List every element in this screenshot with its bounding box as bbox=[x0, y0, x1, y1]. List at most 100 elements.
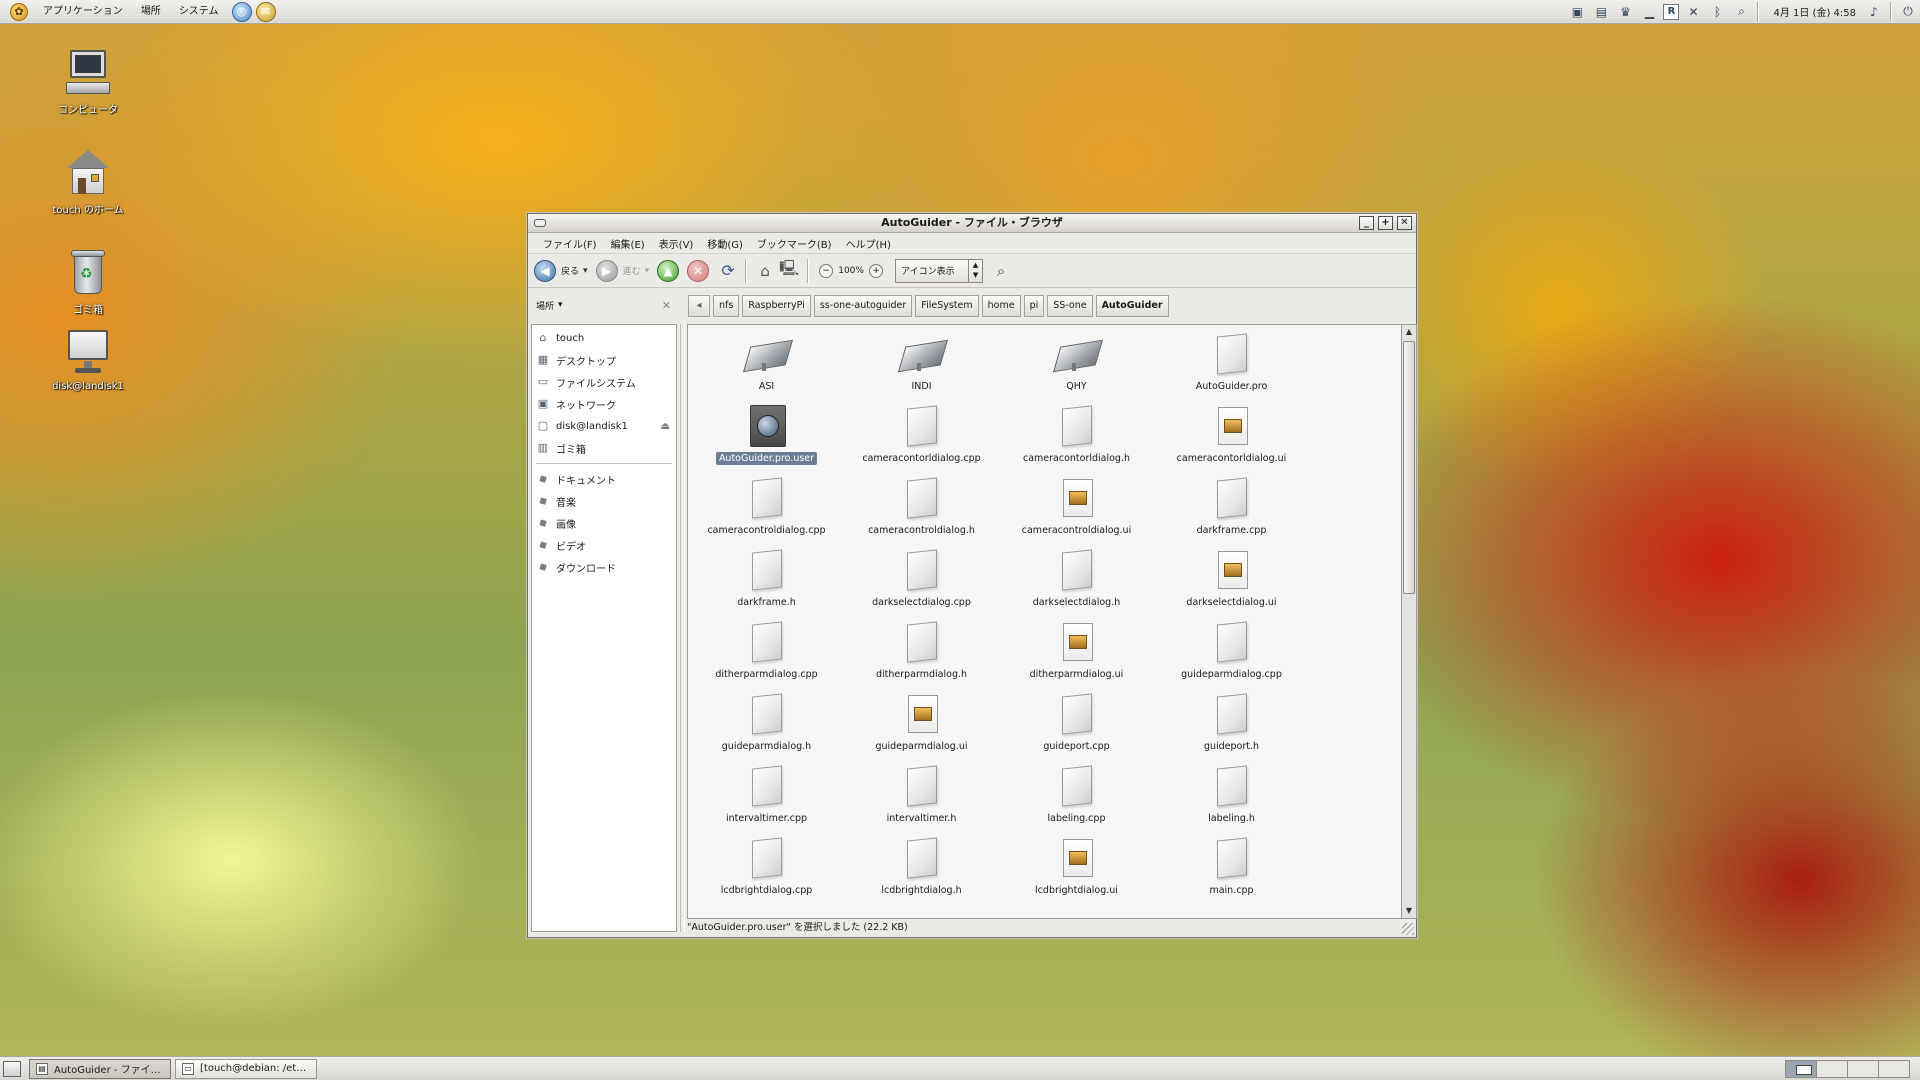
sidebar-item-disk[interactable]: ▢ disk@landisk1 ⏏ bbox=[532, 415, 676, 437]
forward-arrow-icon[interactable]: ▶ bbox=[595, 259, 618, 282]
clock[interactable]: 4月 1日 (金) 4:58 bbox=[1763, 4, 1862, 19]
file-item[interactable]: labeling.cpp bbox=[999, 757, 1154, 829]
resize-grip[interactable] bbox=[1402, 923, 1414, 935]
back-arrow-icon[interactable]: ◀ bbox=[534, 259, 556, 282]
file-item[interactable]: darkselectdialog.h bbox=[999, 541, 1154, 613]
sidebar-item-network[interactable]: ▣ ネットワーク bbox=[532, 393, 676, 415]
bluetooth-icon[interactable]: ᛒ bbox=[1707, 3, 1727, 21]
desktop-icon-disk[interactable]: disk@landisk1 bbox=[28, 328, 148, 392]
web-browser-launcher-icon[interactable]: ◎ bbox=[231, 1, 252, 22]
file-item[interactable]: darkselectdialog.ui bbox=[1154, 541, 1309, 613]
breadcrumb-item[interactable]: FileSystem bbox=[915, 295, 979, 317]
workspace-3[interactable] bbox=[1847, 1059, 1879, 1078]
clipboard-icon[interactable]: ▤ bbox=[1591, 3, 1611, 21]
sidebar-close-icon[interactable]: ✕ bbox=[662, 299, 671, 312]
file-item[interactable]: labeling.h bbox=[1154, 757, 1309, 829]
forward-history-chevron-icon[interactable]: ▾ bbox=[645, 266, 650, 276]
breadcrumb-item[interactable]: SS-one bbox=[1047, 295, 1093, 317]
workspace-1[interactable] bbox=[1785, 1059, 1817, 1078]
breadcrumb-item[interactable]: ss-one-autoguider bbox=[813, 295, 913, 317]
window-titlebar[interactable]: AutoGuider - ファイル・ブラウザ _ + ✕ bbox=[528, 214, 1416, 233]
menu-view[interactable]: 表示(V) bbox=[652, 236, 701, 251]
file-item[interactable]: ditherparmdialog.h bbox=[844, 613, 999, 685]
taskbar-item-terminal[interactable]: ▭ [touch@debian: /et… bbox=[175, 1058, 317, 1079]
logout-icon[interactable]: ⏻ bbox=[1898, 3, 1918, 21]
mail-launcher-icon[interactable]: ✉ bbox=[255, 1, 276, 22]
desktop-icon-home[interactable]: touch のホーム bbox=[28, 148, 148, 216]
reload-icon[interactable]: ⟳ bbox=[717, 260, 739, 282]
taskbar-item-file-browser[interactable]: ▤ AutoGuider - ファイ… bbox=[29, 1058, 171, 1079]
crown-icon[interactable]: ♛ bbox=[1615, 3, 1635, 21]
scrollbar-thumb[interactable] bbox=[1403, 341, 1415, 594]
show-desktop-button[interactable] bbox=[3, 1060, 21, 1077]
window-menu-button[interactable] bbox=[534, 219, 546, 227]
sidebar-item-documents[interactable]: ◆ ドキュメント bbox=[532, 468, 676, 490]
file-item[interactable]: cameracontorldialog.ui bbox=[1154, 397, 1309, 469]
file-item[interactable]: darkframe.cpp bbox=[1154, 469, 1309, 541]
file-item[interactable]: intervaltimer.cpp bbox=[689, 757, 844, 829]
menu-file[interactable]: ファイル(F) bbox=[536, 236, 604, 251]
breadcrumb-item[interactable]: pi bbox=[1023, 295, 1045, 317]
minimize-button[interactable]: _ bbox=[1359, 216, 1374, 230]
menu-go[interactable]: 移動(G) bbox=[700, 236, 750, 251]
file-item[interactable]: guideparmdialog.cpp bbox=[1154, 613, 1309, 685]
pane-splitter[interactable] bbox=[680, 324, 685, 932]
file-item[interactable]: darkframe.h bbox=[689, 541, 844, 613]
file-item[interactable]: AutoGuider.pro.user bbox=[689, 397, 844, 469]
up-arrow-icon[interactable]: ▲ bbox=[657, 259, 680, 282]
sidebar-item-downloads[interactable]: ◆ ダウンロード bbox=[532, 556, 676, 578]
file-item[interactable]: lcdbrightdialog.h bbox=[844, 829, 999, 901]
file-item[interactable]: AutoGuider.pro bbox=[1154, 325, 1309, 397]
back-button-label[interactable]: 戻る bbox=[561, 264, 579, 277]
sidebar-item-videos[interactable]: ◆ ビデオ bbox=[532, 534, 676, 556]
eject-icon[interactable]: ⏏ bbox=[661, 421, 670, 432]
file-item[interactable]: darkselectdialog.cpp bbox=[844, 541, 999, 613]
scroll-down-arrow-icon[interactable]: ▼ bbox=[1402, 904, 1416, 918]
breadcrumb-item[interactable]: RaspberryPi bbox=[742, 295, 811, 317]
forward-button-label[interactable]: 進む bbox=[623, 264, 641, 277]
stop-icon[interactable]: ✕ bbox=[687, 259, 710, 282]
file-item[interactable]: intervaltimer.h bbox=[844, 757, 999, 829]
maximize-button[interactable]: + bbox=[1378, 216, 1393, 230]
menu-help[interactable]: ヘルプ(H) bbox=[839, 236, 898, 251]
volume-icon[interactable]: ♪ bbox=[1864, 3, 1884, 21]
computer-icon[interactable]: 🖳 bbox=[777, 259, 801, 282]
sidebar-item-touch[interactable]: ⌂ touch bbox=[532, 327, 676, 349]
menu-edit[interactable]: 編集(E) bbox=[604, 236, 652, 251]
desktop-icon-trash[interactable]: ♻ ゴミ箱 bbox=[28, 248, 148, 316]
file-item[interactable]: lcdbrightdialog.ui bbox=[999, 829, 1154, 901]
zoom-out-button[interactable]: − bbox=[819, 263, 834, 278]
folder-item[interactable]: INDI bbox=[844, 325, 999, 397]
display-settings-icon[interactable]: ▣ bbox=[1567, 3, 1587, 21]
close-button[interactable]: ✕ bbox=[1397, 216, 1412, 230]
file-item[interactable]: cameracontroldialog.cpp bbox=[689, 469, 844, 541]
file-item[interactable]: cameracontroldialog.ui bbox=[999, 469, 1154, 541]
zoom-level[interactable]: 100% bbox=[837, 266, 865, 276]
system-menu[interactable]: システム bbox=[170, 0, 228, 24]
sidebar-header[interactable]: 場所 ▾ ✕ bbox=[528, 290, 683, 320]
minimize-all-icon[interactable]: ▁ bbox=[1639, 3, 1659, 21]
back-history-chevron-icon[interactable]: ▾ bbox=[583, 266, 588, 276]
file-item[interactable]: cameracontorldialog.cpp bbox=[844, 397, 999, 469]
file-item[interactable]: guideport.cpp bbox=[999, 685, 1154, 757]
file-item[interactable]: cameracontorldialog.h bbox=[999, 397, 1154, 469]
path-scroll-left-icon[interactable]: ◂ bbox=[688, 295, 710, 317]
workspace-2[interactable] bbox=[1816, 1059, 1848, 1078]
breadcrumb-item[interactable]: nfs bbox=[713, 295, 740, 317]
tools-icon[interactable]: ✕ bbox=[1683, 3, 1703, 21]
file-icon-view[interactable]: ASI INDI QHY AutoGuider.pro AutoGuider.pro.u… bbox=[687, 324, 1402, 919]
home-icon[interactable]: ⌂ bbox=[753, 260, 777, 282]
applications-menu[interactable]: アプリケーション bbox=[34, 0, 132, 24]
folder-item[interactable]: ASI bbox=[689, 325, 844, 397]
file-item[interactable]: cameracontroldialog.h bbox=[844, 469, 999, 541]
scroll-up-arrow-icon[interactable]: ▲ bbox=[1402, 325, 1416, 339]
vertical-scrollbar[interactable]: ▲ ▼ bbox=[1402, 324, 1417, 919]
search-icon[interactable]: ⌕ bbox=[1731, 3, 1751, 21]
chevron-down-icon[interactable]: ▾ bbox=[558, 300, 563, 310]
sidebar-item-desktop[interactable]: ▦ デスクトップ bbox=[532, 349, 676, 371]
sidebar-mode-select[interactable]: 場所 bbox=[536, 299, 554, 312]
r-icon[interactable]: R bbox=[1663, 3, 1680, 20]
places-menu[interactable]: 場所 bbox=[132, 0, 170, 24]
desktop-icon-computer[interactable]: コンピュータ bbox=[28, 48, 148, 116]
sidebar-item-music[interactable]: ◆ 音楽 bbox=[532, 490, 676, 512]
